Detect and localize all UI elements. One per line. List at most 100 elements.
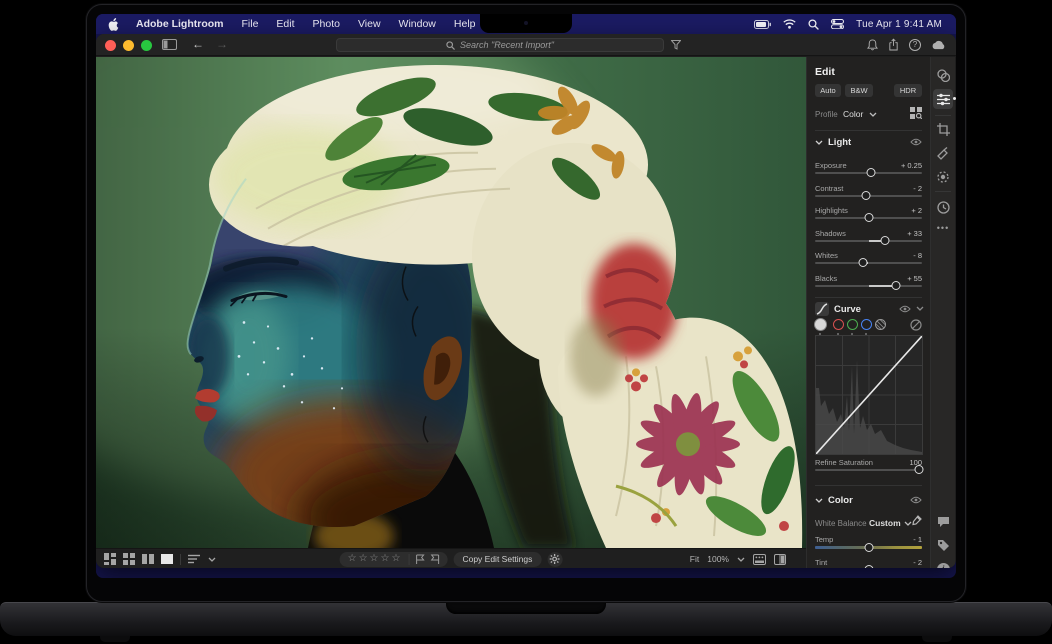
help-button[interactable]: ?: [909, 39, 921, 51]
color-section-chevron-icon[interactable]: [815, 498, 823, 503]
close-window-button[interactable]: [105, 40, 116, 51]
edit-tool-button[interactable]: [933, 89, 953, 109]
contrast-slider[interactable]: [815, 195, 922, 197]
notifications-bell-icon[interactable]: [867, 39, 878, 51]
zoom-window-button[interactable]: [141, 40, 152, 51]
browse-profiles-icon[interactable]: [910, 107, 922, 119]
slider-row-blacks: Blacks+ 55: [815, 274, 922, 283]
menu-window[interactable]: Window: [390, 18, 445, 30]
zoom-level-value[interactable]: 100%: [707, 554, 729, 564]
menu-view[interactable]: View: [349, 18, 390, 30]
white-balance-dropdown[interactable]: Custom: [869, 518, 901, 528]
battery-icon[interactable]: [754, 20, 771, 29]
healing-tool-button[interactable]: [933, 143, 953, 163]
minimize-window-button[interactable]: [123, 40, 134, 51]
eyedropper-icon[interactable]: [911, 515, 922, 526]
edit-panel-title: Edit: [815, 66, 835, 78]
color-section-title[interactable]: Color: [828, 495, 853, 506]
photo-canvas[interactable]: [96, 57, 806, 548]
curve-visibility-eye-icon[interactable]: [899, 305, 911, 313]
blacks-slider[interactable]: [815, 285, 922, 287]
menubar-clock[interactable]: Tue Apr 1 9:41 AM: [856, 19, 942, 30]
pick-flag-button[interactable]: [415, 554, 424, 564]
before-after-view-button[interactable]: [774, 554, 786, 565]
info-button[interactable]: i: [933, 559, 953, 568]
cloud-sync-icon[interactable]: [931, 40, 946, 50]
compare-view-button[interactable]: [142, 553, 154, 565]
filter-button[interactable]: [671, 40, 681, 50]
camera-dot: [524, 21, 528, 25]
copy-edit-settings-button[interactable]: Copy Edit Settings: [453, 552, 541, 567]
forward-button[interactable]: →: [216, 37, 228, 51]
zoom-chevron-down-icon[interactable]: [737, 557, 745, 562]
detail-view-button[interactable]: [161, 553, 173, 565]
highlights-slider[interactable]: [815, 217, 922, 219]
curve-reset-icon[interactable]: [910, 319, 922, 331]
temp-slider[interactable]: [815, 546, 922, 549]
photo-grid-view-button[interactable]: [104, 553, 116, 565]
curve-channel-parametric-button[interactable]: [875, 319, 886, 330]
crop-tool-button[interactable]: [933, 119, 953, 139]
profile-chevron-down-icon[interactable]: [869, 112, 877, 117]
shadows-slider[interactable]: [815, 240, 922, 242]
auto-button[interactable]: Auto: [815, 84, 841, 97]
curve-section-title[interactable]: Curve: [834, 304, 861, 315]
versions-button[interactable]: [933, 197, 953, 217]
exposure-slider[interactable]: [815, 172, 922, 174]
color-visibility-eye-icon[interactable]: [910, 496, 922, 504]
sort-order-button[interactable]: [188, 554, 201, 564]
refine-saturation-label: Refine Saturation: [815, 458, 873, 467]
laptop-foot-right: [922, 636, 952, 642]
contrast-slider-thumb[interactable]: [862, 191, 871, 200]
curve-tool-button[interactable]: [815, 302, 829, 316]
menu-photo[interactable]: Photo: [304, 18, 349, 30]
star-rating[interactable]: ☆☆☆☆☆: [348, 554, 403, 564]
back-button[interactable]: ←: [192, 37, 204, 51]
settings-gear-button[interactable]: [547, 552, 562, 567]
menubar-app-name[interactable]: Adobe Lightroom: [127, 18, 233, 30]
menu-edit[interactable]: Edit: [267, 18, 303, 30]
wifi-icon[interactable]: [783, 19, 796, 29]
zoom-fit-label[interactable]: Fit: [690, 554, 699, 564]
control-center-icon[interactable]: [831, 19, 844, 29]
search-input[interactable]: Search "Recent Import": [336, 38, 664, 52]
hdr-button[interactable]: HDR: [894, 84, 922, 97]
refine-saturation-thumb[interactable]: [914, 465, 923, 474]
healing-brush-icon: [937, 147, 950, 160]
presets-button[interactable]: [933, 65, 953, 85]
exposure-slider-thumb[interactable]: [866, 168, 875, 177]
menu-file[interactable]: File: [233, 18, 268, 30]
more-tools-button[interactable]: •••: [933, 218, 953, 238]
curve-channel-green-button[interactable]: [847, 319, 858, 330]
spotlight-search-icon[interactable]: [808, 19, 819, 30]
profile-value-dropdown[interactable]: Color: [843, 109, 863, 119]
sort-chevron-down-icon[interactable]: [208, 557, 216, 562]
refine-saturation-slider[interactable]: [815, 469, 922, 471]
curve-channel-all-button[interactable]: [814, 318, 827, 331]
bw-button[interactable]: B&W: [845, 84, 873, 97]
filmstrip-toggle-button[interactable]: [753, 554, 766, 565]
apple-menu[interactable]: [108, 18, 119, 31]
curve-channel-red-button[interactable]: [833, 319, 844, 330]
whites-slider[interactable]: [815, 262, 922, 264]
light-section-chevron-icon[interactable]: [815, 140, 823, 145]
curve-channel-blue-button[interactable]: [861, 319, 872, 330]
whites-slider-thumb[interactable]: [859, 258, 868, 267]
temp-slider-thumb[interactable]: [864, 543, 873, 552]
sidebar-toggle-button[interactable]: [162, 39, 177, 50]
tint-slider-thumb[interactable]: [864, 565, 873, 568]
highlights-slider-thumb[interactable]: [864, 213, 873, 222]
keywords-button[interactable]: [933, 535, 953, 555]
menu-help[interactable]: Help: [445, 18, 485, 30]
comments-button[interactable]: [933, 512, 953, 532]
blacks-slider-thumb[interactable]: [892, 281, 901, 290]
shadows-slider-thumb[interactable]: [880, 236, 889, 245]
light-section-title[interactable]: Light: [828, 137, 851, 148]
curve-collapse-chevron-icon[interactable]: [916, 306, 924, 311]
masking-tool-button[interactable]: [933, 167, 953, 187]
light-visibility-eye-icon[interactable]: [910, 138, 922, 146]
share-export-icon[interactable]: [888, 38, 899, 51]
square-grid-view-button[interactable]: [123, 553, 135, 565]
tone-curve-graph[interactable]: [815, 335, 923, 455]
reject-flag-button[interactable]: [430, 554, 439, 564]
